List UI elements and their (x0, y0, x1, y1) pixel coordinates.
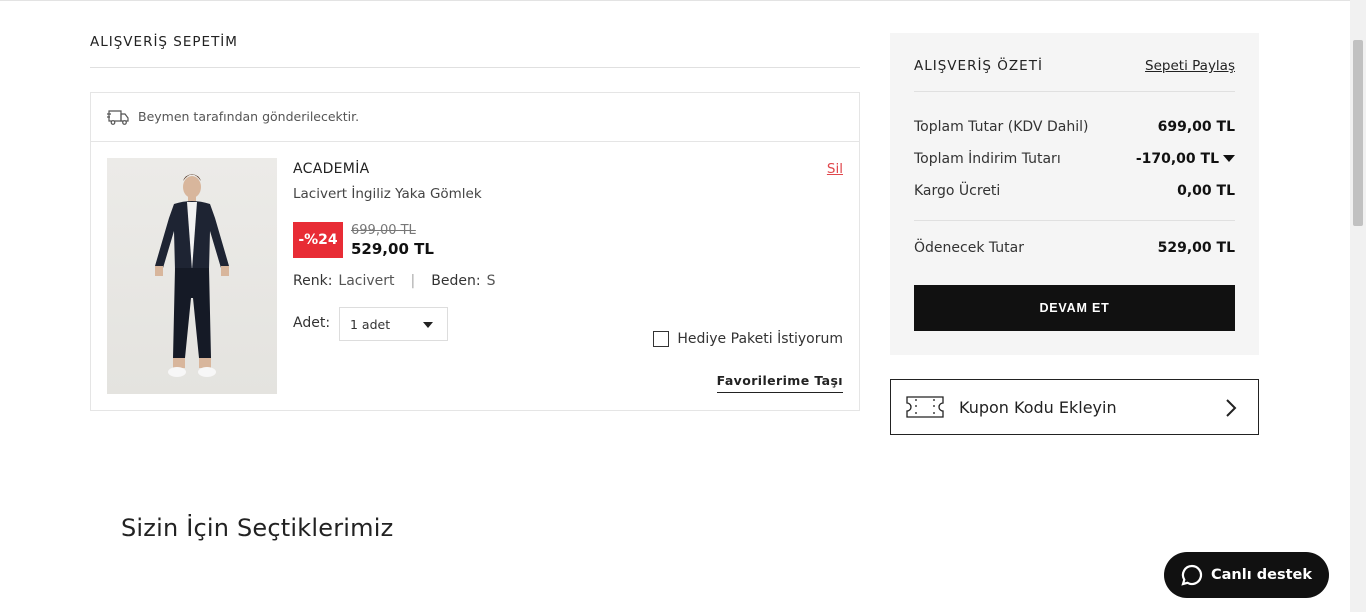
attribute-separator: | (410, 273, 416, 289)
recommendations-title: Sizin İçin Seçtiklerimiz (121, 514, 394, 542)
quantity-label: Adet: (293, 315, 331, 331)
chevron-right-icon (1226, 399, 1237, 417)
order-summary: ALIŞVERİŞ ÖZETİ Sepeti Paylaş Toplam Tut… (890, 33, 1259, 355)
payable-amount: 529,00 TL (1157, 240, 1235, 256)
product-attributes: Renk: Lacivert | Beden: S (293, 273, 495, 289)
summary-row-label: Toplam İndirim Tutarı (914, 151, 1061, 167)
scrollbar-thumb[interactable] (1353, 40, 1363, 226)
summary-row-total: Toplam Tutar (KDV Dahil) 699,00 TL (914, 119, 1235, 135)
chat-icon (1181, 564, 1203, 586)
size-value: S (486, 273, 496, 289)
summary-row-amount: 699,00 TL (1157, 119, 1235, 135)
shipping-row: Beymen tarafından gönderilecektir. (91, 93, 859, 142)
size-label: Beden: (431, 273, 481, 289)
cart-title: ALIŞVERİŞ SEPETİM (90, 34, 238, 50)
summary-row-shipping: Kargo Ücreti 0,00 TL (914, 183, 1235, 199)
cart-item-card: Beymen tarafından gönderilecektir. ACADE… (90, 92, 860, 411)
old-price: 699,00 TL (351, 223, 416, 238)
product-brand[interactable]: ACADEMİA (293, 161, 370, 177)
discount-badge: -%24 (293, 222, 343, 258)
summary-row-discount[interactable]: Toplam İndirim Tutarı -170,00 TL (914, 151, 1235, 167)
ticket-icon (906, 396, 944, 418)
top-border (0, 0, 1350, 1)
summary-row-label: Kargo Ücreti (914, 183, 1001, 199)
quantity-value: 1 adet (350, 317, 391, 332)
delete-button[interactable]: Sil (827, 161, 843, 177)
add-coupon-button[interactable]: Kupon Kodu Ekleyin (890, 379, 1259, 435)
share-cart-link[interactable]: Sepeti Paylaş (1145, 58, 1235, 74)
new-price: 529,00 TL (351, 240, 434, 258)
caret-down-icon[interactable] (1223, 155, 1235, 162)
gift-wrap-checkbox[interactable] (653, 331, 670, 347)
live-support-label: Canlı destek (1211, 567, 1312, 583)
divider (914, 91, 1235, 92)
live-support-button[interactable]: Canlı destek (1164, 552, 1329, 598)
coupon-label: Kupon Kodu Ekleyin (959, 398, 1117, 417)
summary-row-amount: -170,00 TL (1135, 151, 1219, 167)
gift-wrap-label: Hediye Paketi İstiyorum (677, 331, 843, 347)
scrollbar[interactable] (1350, 0, 1366, 612)
color-label: Renk: (293, 273, 333, 289)
truck-icon (107, 110, 129, 125)
summary-title: ALIŞVERİŞ ÖZETİ (914, 58, 1043, 74)
divider (914, 220, 1235, 221)
summary-row-payable: Ödenecek Tutar 529,00 TL (914, 240, 1235, 256)
divider (90, 67, 860, 68)
continue-button[interactable]: DEVAM ET (914, 285, 1235, 331)
product-name[interactable]: Lacivert İngiliz Yaka Gömlek (293, 186, 482, 202)
quantity-select[interactable]: 1 adet (339, 307, 448, 341)
color-value: Lacivert (338, 273, 395, 289)
payable-label: Ödenecek Tutar (914, 240, 1024, 256)
summary-row-amount-wrap: -170,00 TL (1136, 151, 1235, 167)
shipping-note: Beymen tarafından gönderilecektir. (138, 109, 360, 124)
summary-row-amount: 0,00 TL (1177, 183, 1235, 199)
caret-down-icon (423, 322, 433, 328)
summary-row-label: Toplam Tutar (KDV Dahil) (914, 119, 1089, 135)
move-to-favorites-link[interactable]: Favorilerime Taşı (716, 373, 843, 393)
gift-wrap-option[interactable]: Hediye Paketi İstiyorum (653, 331, 843, 347)
product-image[interactable] (107, 158, 277, 394)
